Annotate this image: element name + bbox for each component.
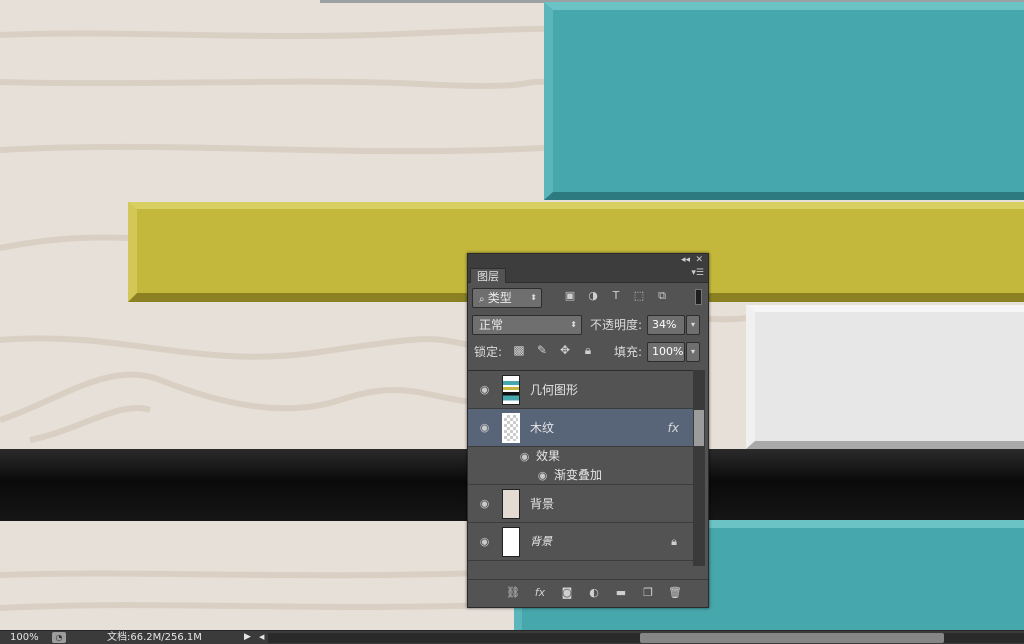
lock-brush-icon[interactable]: ✎ [535,343,549,358]
delete-layer-icon[interactable]: 🗑︎ [668,586,682,600]
adjustment-layer-icon[interactable]: ◐ [587,586,601,600]
effect-eye-icon[interactable]: ◉ [536,469,549,482]
lock-icon-group: ▩ ✎ ✥ 🔒︎ [512,343,595,358]
layer-name[interactable]: 几何图形 [530,371,578,409]
layer-name[interactable]: 背景 [530,485,554,523]
layers-panel[interactable]: ◂◂ ✕ 图层 ▾☰ ⌕ 类型 ⬍ ▣ ◑ T ⬚ ⧉ 正常 ⬍ 不透明度: 3… [467,253,709,608]
panel-menu-icon[interactable]: ▾☰ [691,268,704,278]
search-icon: ⌕ [479,294,488,305]
layer-thumbnail [502,489,520,519]
opacity-label: 不透明度: [590,318,643,332]
add-mask-icon[interactable]: ◙ [560,586,574,600]
panel-titlebar[interactable]: ◂◂ ✕ [468,254,708,266]
opacity-dropdown-button[interactable]: ▾ [686,315,700,335]
teal-block-top [544,2,1024,200]
add-style-icon[interactable]: fx [533,586,547,600]
shape-filter-icon[interactable]: ⬚ [632,289,646,303]
layer-row[interactable]: ◉ 几何图形 [468,371,693,409]
pixel-filter-icon[interactable]: ▣ [563,289,577,303]
link-layers-icon[interactable]: ⛓ [506,586,520,600]
horizontal-scrollbar[interactable] [268,633,1024,643]
chevron-updown-icon: ⬍ [570,320,577,329]
lock-label: 锁定: [474,345,503,359]
layer-row[interactable]: ◉ 背景 [468,485,693,523]
smart-object-filter-icon[interactable]: ⧉ [655,289,669,303]
adjustment-filter-icon[interactable]: ◑ [586,289,600,303]
layer-list-scrollbar[interactable] [693,370,705,566]
filter-kind-label: 类型 [487,291,512,305]
layer-thumbnail [502,527,520,557]
blend-mode-select[interactable]: 正常 ⬍ [472,315,582,335]
status-bar: 100% ◔ 文档:66.2M/256.1M ▶ ◀ [0,630,1024,644]
lock-position-icon[interactable]: ✥ [558,343,572,358]
effect-item-label: 渐变叠加 [554,468,603,482]
visibility-eye-icon[interactable]: ◉ [478,535,491,548]
visibility-eye-icon[interactable]: ◉ [478,383,491,396]
scrollbar-handle[interactable] [640,633,944,643]
document-info: 文档:66.2M/256.1M [107,632,202,643]
filter-kind-select[interactable]: ⌕ 类型 ⬍ [472,288,542,308]
bottom-icon-group: ⛓ fx ◙ ◐ ▬ ❐ 🗑︎ [506,586,682,600]
panel-bottom-toolbar: ⛓ fx ◙ ◐ ▬ ❐ 🗑︎ [468,579,708,607]
tab-layers[interactable]: 图层 [470,268,506,283]
blend-row: 正常 ⬍ 不透明度: 34% ▾ [468,311,708,339]
panel-tab-row: 图层 ▾☰ [468,266,708,283]
visibility-eye-icon[interactable]: ◉ [478,497,491,510]
lock-row: 锁定: ▩ ✎ ✥ 🔒︎ 填充: 100% ▾ [468,339,708,367]
scrollbar-handle[interactable] [694,410,704,446]
scroll-left-icon[interactable]: ◀ [259,631,264,644]
layer-name[interactable]: 木纹 [530,409,554,447]
fill-label: 填充: [614,345,643,359]
lock-all-icon[interactable]: 🔒︎ [581,343,595,358]
layer-thumbnail [502,375,520,405]
fill-dropdown-button[interactable]: ▾ [686,342,700,362]
lock-icon: 🔒︎ [671,535,677,548]
blend-mode-value: 正常 [479,318,504,332]
layer-thumbnail [502,413,520,443]
white-block [746,305,1024,449]
close-icon[interactable]: ✕ [695,254,703,266]
fx-badge-icon[interactable]: fx [668,421,679,435]
lock-transparency-icon[interactable]: ▩ [512,343,526,358]
zoom-level[interactable]: 100% [10,631,39,644]
layer-name[interactable]: 背景 [530,523,552,561]
layer-list[interactable]: ◉ 几何图形 ◉ 木纹 fx ◉ 效果 ◉ 渐变叠加 ◉ 背景 ◉ 背景 🔒︎ [468,370,693,566]
effects-label: 效果 [536,449,561,463]
proof-icon[interactable]: ◔ [52,632,66,643]
chevron-updown-icon: ⬍ [530,293,537,302]
fill-input[interactable]: 100% [647,342,685,362]
new-group-icon[interactable]: ▬ [614,586,628,600]
type-filter-icon[interactable]: T [609,289,623,303]
effects-eye-icon[interactable]: ◉ [518,450,531,463]
effects-row[interactable]: ◉ 效果 [468,447,693,466]
visibility-eye-icon[interactable]: ◉ [478,421,491,434]
status-menu-arrow-icon[interactable]: ▶ [244,631,251,644]
layer-row-selected[interactable]: ◉ 木纹 fx [468,409,693,447]
filter-icon-group: ▣ ◑ T ⬚ ⧉ [563,289,669,303]
opacity-input[interactable]: 34% [647,315,685,335]
filter-row: ⌕ 类型 ⬍ ▣ ◑ T ⬚ ⧉ [468,283,708,311]
filter-toggle[interactable] [695,289,702,305]
collapse-icon[interactable]: ◂◂ [681,254,690,266]
layer-row[interactable]: ◉ 背景 🔒︎ [468,523,693,561]
effect-item-row[interactable]: ◉ 渐变叠加 [468,466,693,485]
new-layer-icon[interactable]: ❐ [641,586,655,600]
